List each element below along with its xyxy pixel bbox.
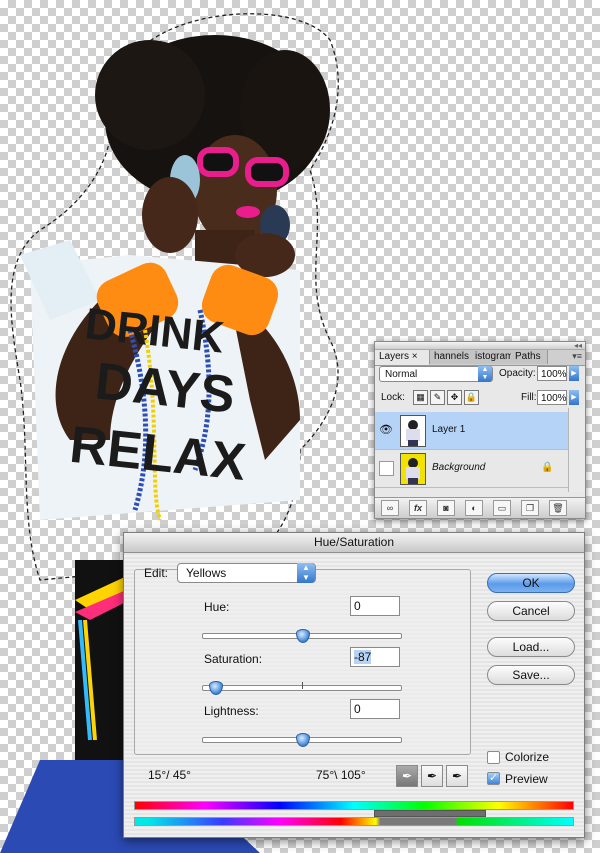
range-left-readout: 15°/ 45° [148,768,191,782]
lock-paint-icon[interactable]: ✎ [430,390,445,405]
select-arrows-icon: ▲ ▼ [297,563,315,583]
mask-icon[interactable]: ◙ [437,500,455,516]
new-layer-icon[interactable]: ❐ [521,500,539,516]
layer-thumbnail [400,415,426,447]
edit-range-select[interactable]: Yellows ▲ ▼ [177,563,316,583]
edit-range-value: Yellows [186,566,227,580]
lock-move-icon[interactable]: ✥ [447,390,462,405]
eyedropper-icon[interactable]: ✒ [396,765,418,787]
trash-icon[interactable]: 🗑 [549,500,567,516]
layer-name[interactable]: Layer 1 [432,424,465,435]
saturation-label: Saturation: [204,652,263,666]
preview-label[interactable]: Preview [505,772,548,786]
layer-row-background[interactable]: Background 🔒 [375,450,568,488]
close-tab-icon[interactable]: × [412,351,418,362]
range-slider-bar[interactable] [374,810,486,817]
adjustment-icon[interactable]: ◐ [465,500,483,516]
fill-label: Fill: [521,392,537,403]
tab-paths[interactable]: Paths [511,350,548,364]
fill-arrow-icon[interactable]: ▶ [569,390,579,405]
eye-icon[interactable]: 👁 [379,423,393,437]
link-icon[interactable]: ∞ [381,500,399,516]
tab-channels[interactable]: hannels [430,350,472,364]
opacity-label: Opacity: [499,368,536,379]
input-color-ramp [134,801,574,810]
panel-menu-icon[interactable]: ▾≡ [572,351,582,362]
preview-checkbox[interactable]: ✓ [487,772,500,785]
hue-saturation-dialog: Hue/Saturation Edit: Yellows ▲ ▼ Hue: 0 S… [123,532,585,838]
saturation-center-tick [302,682,303,689]
layers-footer: ∞ fx ◙ ◐ ▭ ❐ 🗑 [375,497,585,518]
saturation-value: -87 [354,650,372,664]
background-thumbnail [400,453,426,485]
dialog-title[interactable]: Hue/Saturation [124,533,584,553]
load-button[interactable]: Load... [487,637,575,657]
layers-scrollbar[interactable] [568,408,585,492]
blend-mode-select[interactable]: Normal ▲ ▼ [379,366,493,382]
lock-transparency-icon[interactable]: ▦ [413,390,428,405]
lightness-label: Lightness: [204,704,259,718]
select-arrows-icon: ▲ ▼ [478,366,492,382]
group-icon[interactable]: ▭ [493,500,511,516]
visibility-toggle[interactable] [379,461,394,476]
edit-label: Edit: [144,566,169,580]
lock-all-icon[interactable]: 🔒 [464,390,479,405]
layer-row-layer-1[interactable]: 👁 Layer 1 [375,412,568,450]
layer-name[interactable]: Background [432,462,485,473]
tab-histogram[interactable]: istogram [471,350,512,364]
tab-layers[interactable]: Layers × [375,350,430,365]
lock-label: Lock: [381,392,405,403]
colorize-checkbox[interactable] [487,751,500,764]
colorize-label[interactable]: Colorize [505,750,549,764]
panel-titlebar[interactable]: ◂◂ [375,341,585,350]
eyedropper-minus-icon[interactable]: ✒ [446,765,468,787]
fill-field[interactable]: 100% [537,390,567,405]
layers-panel: ◂◂ Layers × hannels istogram Paths ▾≡ No… [374,341,586,519]
hue-label: Hue: [204,600,230,614]
fx-icon[interactable]: fx [409,500,427,516]
output-color-ramp [134,817,574,826]
save-button[interactable]: Save... [487,665,575,685]
opacity-arrow-icon[interactable]: ▶ [569,366,579,381]
eyedropper-plus-icon[interactable]: ✒ [421,765,443,787]
adjustment-group [134,569,471,755]
ok-button[interactable]: OK [487,573,575,593]
lock-icon: 🔒 [541,462,554,473]
opacity-field[interactable]: 100% [537,366,567,381]
panel-collapse-icon[interactable]: ◂◂ [574,341,582,350]
lightness-field[interactable]: 0 [350,699,400,719]
range-right-readout: 75°\ 105° [316,768,366,782]
hue-field[interactable]: 0 [350,596,400,616]
panel-tabs: Layers × hannels istogram Paths ▾≡ [375,350,585,366]
saturation-field[interactable]: -87 [350,647,400,667]
cancel-button[interactable]: Cancel [487,601,575,621]
